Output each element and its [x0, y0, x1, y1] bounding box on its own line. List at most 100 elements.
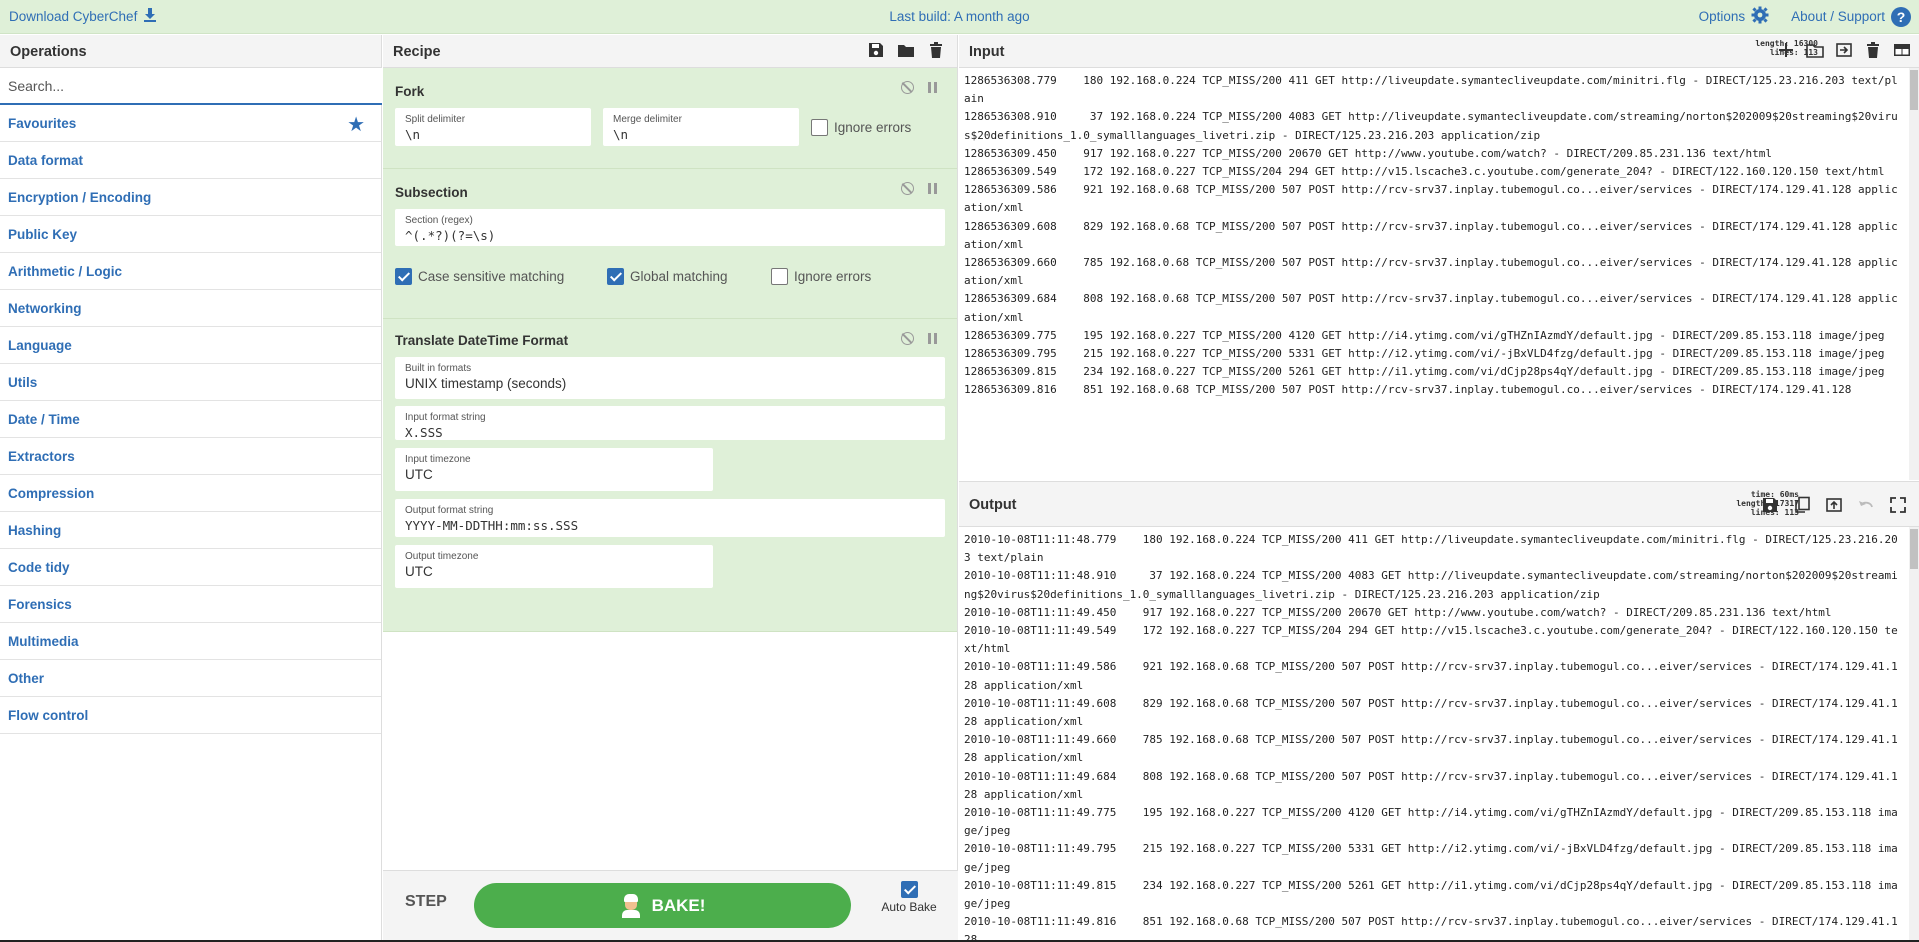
translate-datetime-title: Translate DateTime Format [395, 333, 569, 348]
input-scrollbar[interactable] [1909, 68, 1919, 480]
merge-delimiter-field[interactable]: Merge delimiter \n [603, 108, 799, 146]
category-extractors[interactable]: Extractors [0, 438, 381, 475]
about-support-label[interactable]: About / Support [1791, 9, 1885, 24]
fork-ignore-errors-label: Ignore errors [834, 119, 912, 135]
category-label: Forensics [8, 597, 72, 612]
category-compression[interactable]: Compression [0, 475, 381, 512]
input-text[interactable]: 1286536308.779 180 192.168.0.224 TCP_MIS… [959, 68, 1907, 480]
category-code-tidy[interactable]: Code tidy [0, 549, 381, 586]
category-data-format[interactable]: Data format [0, 142, 381, 179]
top-banner: Download CyberChef Last build: A month a… [0, 0, 1919, 34]
bake-label: BAKE! [651, 895, 706, 915]
output-timezone-label: Output timezone [405, 551, 479, 562]
global-matching-checkbox[interactable]: Global matching [607, 268, 771, 285]
clear-recipe-icon[interactable] [927, 41, 945, 59]
output-timezone-select[interactable]: Output timezone UTC [395, 545, 713, 588]
output-text[interactable]: 2010-10-08T11:11:48.779 180 192.168.0.22… [959, 527, 1907, 941]
category-flow-control[interactable]: Flow control [0, 697, 381, 734]
case-sensitive-checkbox[interactable]: Case sensitive matching [395, 268, 607, 285]
fork-ignore-errors-checkbox[interactable]: Ignore errors [811, 118, 912, 136]
subsection-ignore-errors-checkbox[interactable]: Ignore errors [771, 268, 871, 285]
open-folder-icon[interactable] [1806, 41, 1824, 59]
operations-panel: Operations Favourites ★ Data format Encry… [0, 35, 382, 940]
category-label: Multimedia [8, 634, 79, 649]
input-header: Input length: 16300 lines: 113 [959, 35, 1919, 68]
auto-bake-label: Auto Bake [881, 900, 937, 914]
output-title: Output [969, 497, 1017, 513]
fork-operation[interactable]: Fork Split delimiter \n Merge delimiter … [383, 68, 957, 169]
checkbox-box[interactable] [771, 268, 788, 285]
subsection-ignore-errors-label: Ignore errors [794, 269, 872, 284]
checkbox-box[interactable] [607, 268, 624, 285]
help-icon[interactable]: ? [1891, 6, 1911, 27]
category-encryption-encoding[interactable]: Encryption / Encoding [0, 179, 381, 216]
category-public-key[interactable]: Public Key [0, 216, 381, 253]
replace-input-icon[interactable] [1825, 496, 1843, 514]
category-label: Code tidy [8, 560, 70, 575]
download-label[interactable]: Download CyberChef [9, 9, 137, 24]
maximise-icon[interactable] [1889, 496, 1907, 514]
translate-datetime-operation[interactable]: Translate DateTime Format Built in forma… [383, 319, 957, 632]
category-label: Public Key [8, 227, 78, 242]
output-format-string-field[interactable]: Output format string YYYY-MM-DDTHH:mm:ss… [395, 499, 945, 537]
copy-output-icon[interactable] [1793, 496, 1811, 514]
category-hashing[interactable]: Hashing [0, 512, 381, 549]
category-date-time[interactable]: Date / Time [0, 401, 381, 438]
options-label[interactable]: Options [1699, 9, 1746, 24]
built-in-formats-label: Built in formats [405, 363, 472, 374]
checkbox-box[interactable] [395, 268, 412, 285]
category-other[interactable]: Other [0, 660, 381, 697]
built-in-formats-select[interactable]: Built in formats UNIX timestamp (seconds… [395, 357, 945, 399]
input-timezone-select[interactable]: Input timezone UTC [395, 448, 713, 491]
category-favourites[interactable]: Favourites ★ [0, 105, 381, 142]
reset-layout-icon[interactable] [1893, 41, 1911, 59]
undo-icon[interactable] [1857, 496, 1875, 514]
category-label: Encryption / Encoding [8, 190, 152, 205]
save-output-icon[interactable] [1761, 496, 1779, 514]
download-icon[interactable] [143, 8, 157, 25]
last-build-notice[interactable]: Last build: A month ago [889, 9, 1029, 24]
load-recipe-icon[interactable] [897, 41, 915, 59]
category-networking[interactable]: Networking [0, 290, 381, 327]
disable-icon[interactable] [901, 182, 914, 195]
open-file-icon[interactable] [1835, 41, 1853, 59]
clear-input-icon[interactable] [1864, 41, 1882, 59]
section-regex-field[interactable]: Section (regex) ^(.*?)(?=\s) [395, 209, 945, 246]
split-delimiter-field[interactable]: Split delimiter \n [395, 108, 591, 146]
breakpoint-icon[interactable] [928, 82, 937, 93]
subsection-operation[interactable]: Subsection Section (regex) ^(.*?)(?=\s) … [383, 169, 957, 319]
download-link[interactable]: Download CyberChef [9, 8, 157, 25]
save-recipe-icon[interactable] [867, 41, 885, 59]
breakpoint-icon[interactable] [928, 183, 937, 194]
category-arithmetic-logic[interactable]: Arithmetic / Logic [0, 253, 381, 290]
breakpoint-icon[interactable] [928, 333, 937, 344]
checkbox-box[interactable] [900, 881, 918, 898]
banner-right-links: Options About / Support ? [1699, 6, 1911, 27]
disable-icon[interactable] [901, 332, 914, 345]
bake-button[interactable]: BAKE! [474, 883, 851, 928]
category-label: Networking [8, 301, 82, 316]
auto-bake-checkbox[interactable]: Auto Bake [874, 881, 944, 914]
gear-icon[interactable] [1751, 6, 1769, 27]
category-language[interactable]: Language [0, 327, 381, 364]
disable-icon[interactable] [901, 81, 914, 94]
output-format-string-value: YYYY-MM-DDTHH:mm:ss.SSS [405, 518, 579, 533]
category-label: Flow control [8, 708, 89, 723]
input-title: Input [969, 44, 1005, 60]
merge-delimiter-value: \n [613, 127, 629, 142]
operations-search-input[interactable] [0, 68, 382, 105]
category-label: Data format [8, 153, 84, 168]
add-tab-icon[interactable] [1777, 41, 1795, 59]
output-scrollbar[interactable] [1909, 527, 1919, 941]
category-forensics[interactable]: Forensics [0, 586, 381, 623]
input-format-string-field[interactable]: Input format string X.SSS [395, 406, 945, 440]
input-scrollbar-thumb[interactable] [1910, 70, 1918, 110]
case-sensitive-label: Case sensitive matching [418, 269, 565, 284]
category-label: Hashing [8, 523, 62, 538]
output-scrollbar-thumb[interactable] [1910, 529, 1918, 569]
bake-bar: STEP BAKE! Auto Bake [383, 870, 958, 940]
category-multimedia[interactable]: Multimedia [0, 623, 381, 660]
checkbox-box[interactable] [811, 118, 828, 136]
step-button[interactable]: STEP [405, 893, 447, 911]
category-utils[interactable]: Utils [0, 364, 381, 401]
